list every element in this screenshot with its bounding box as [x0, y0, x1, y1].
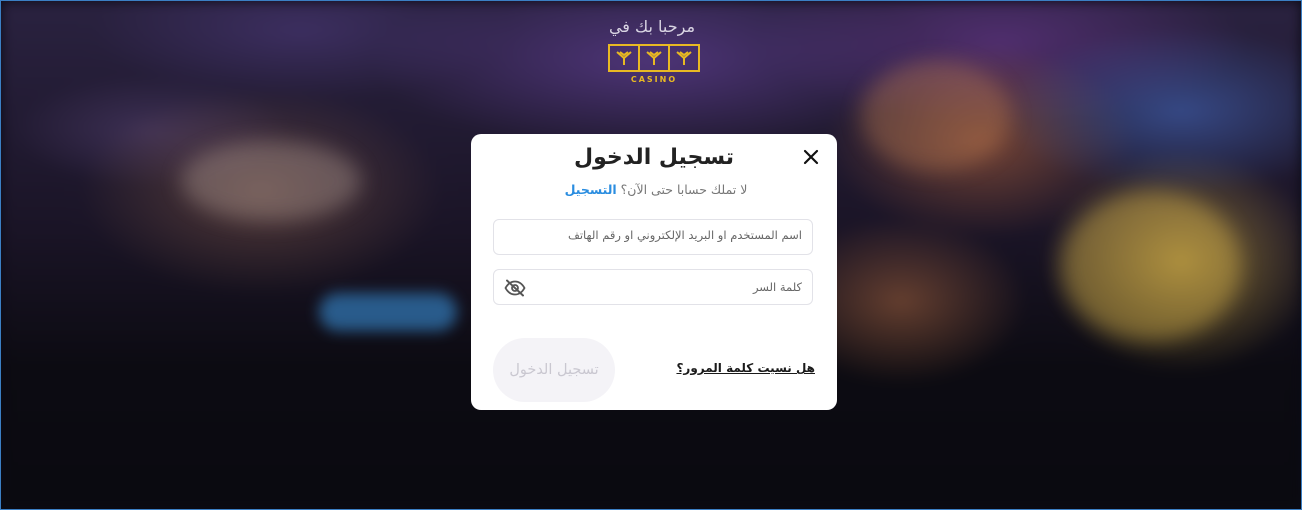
background-decoration [181, 141, 361, 221]
logo-glyph [608, 44, 640, 72]
login-submit-button[interactable]: تسجيل الدخول [493, 338, 615, 402]
page-viewport: مرحبا بك في CASINO تسجيل الدخول لا تملك … [0, 0, 1302, 510]
forgot-password-link[interactable]: هل نسيت كلمة المرور؟ [676, 361, 815, 375]
signup-link[interactable]: التسجيل [565, 182, 617, 197]
casino-logo[interactable]: CASINO [608, 44, 700, 84]
welcome-text: مرحبا بك في [608, 17, 696, 36]
logo-glyph [670, 44, 700, 72]
username-field-wrapper [493, 219, 813, 255]
password-field-wrapper [493, 269, 813, 305]
logo-glyph [640, 44, 670, 72]
background-decoration [861, 61, 1011, 171]
logo-caption: CASINO [630, 75, 678, 84]
background-button-blur [319, 293, 457, 331]
eye-off-icon [504, 279, 526, 297]
modal-title: تسجيل الدخول [573, 145, 735, 170]
no-account-text: لا تملك حسابا حتى الآن؟ [620, 182, 748, 197]
background-decoration [1061, 191, 1241, 341]
username-input[interactable] [494, 220, 812, 254]
logo-mark [608, 44, 700, 72]
password-input[interactable] [494, 270, 812, 304]
password-visibility-toggle[interactable] [504, 279, 526, 297]
login-modal: تسجيل الدخول لا تملك حسابا حتى الآن؟ الت… [471, 134, 837, 410]
signup-prompt: لا تملك حسابا حتى الآن؟ التسجيل [471, 182, 837, 197]
